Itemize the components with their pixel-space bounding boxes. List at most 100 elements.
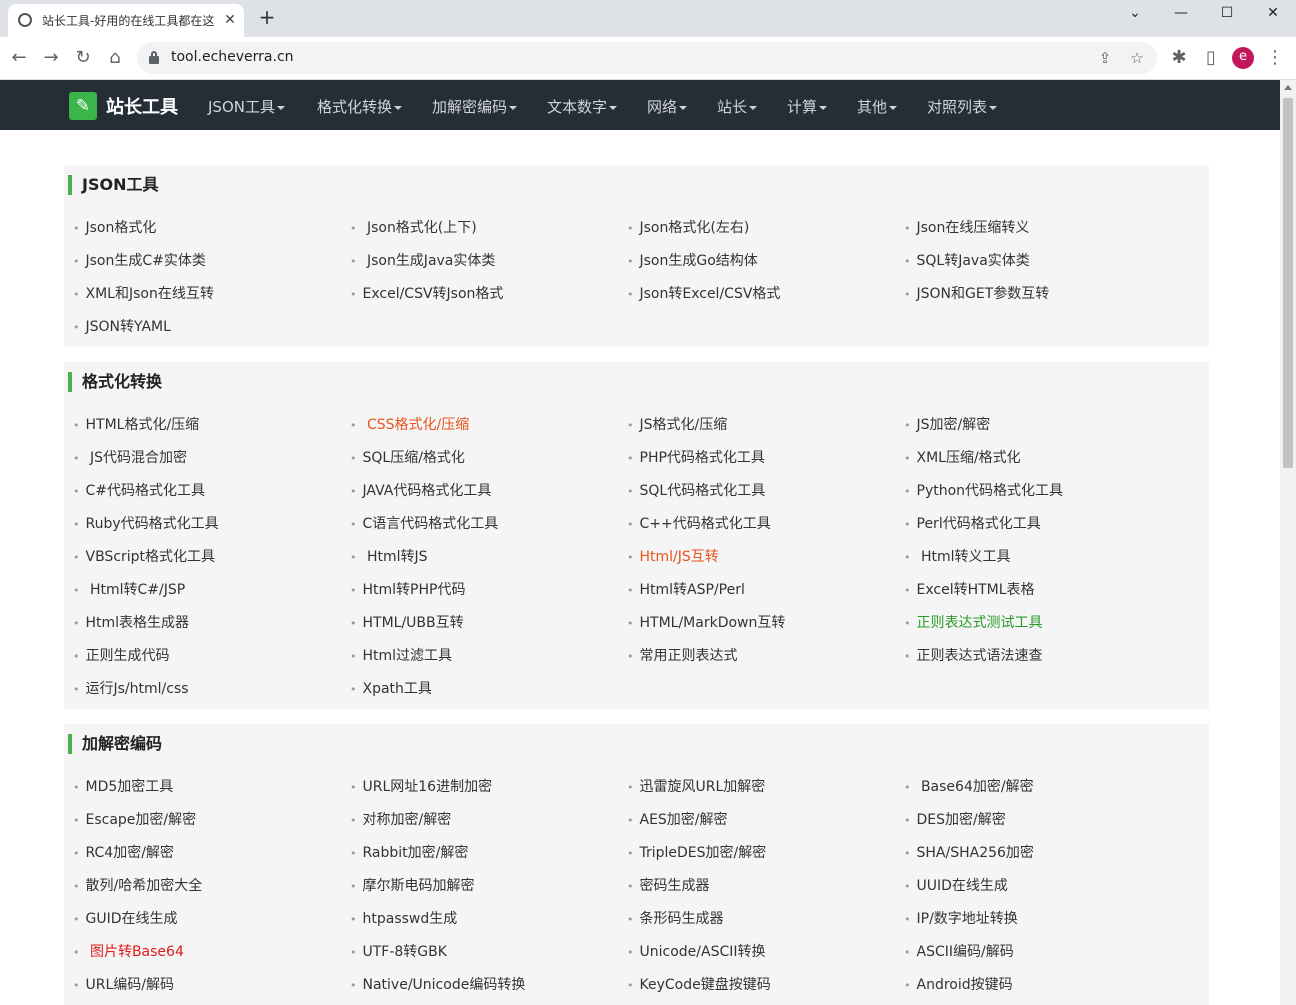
tool-link[interactable]: C++代码格式化工具 — [627, 514, 897, 535]
tool-link[interactable]: Excel/CSV转Json格式 — [350, 284, 620, 305]
nav-json-tools[interactable]: JSON工具 — [208, 96, 285, 117]
lock-icon[interactable] — [149, 51, 159, 64]
tool-link[interactable]: Html转JS — [350, 547, 620, 568]
tool-link[interactable]: 密码生成器 — [627, 876, 897, 897]
tool-link[interactable]: 迅雷旋风URL加解密 — [627, 777, 897, 798]
address-bar[interactable]: tool.echeverra.cn ⇪ ☆ — [137, 42, 1157, 74]
site-logo-text[interactable]: 站长工具 — [106, 93, 178, 119]
tool-link[interactable]: Unicode/ASCII转换 — [627, 942, 897, 963]
tool-link[interactable]: 条形码生成器 — [627, 909, 897, 930]
tool-link[interactable]: Json生成Go结构体 — [627, 251, 897, 272]
minimize-button[interactable]: — — [1158, 0, 1204, 30]
tool-link[interactable]: JS格式化/压缩 — [627, 415, 897, 436]
tool-link[interactable]: Json格式化(上下) — [350, 218, 620, 239]
tool-link[interactable]: 正则表达式语法速查 — [904, 646, 1174, 667]
tool-link[interactable]: Native/Unicode编码转换 — [350, 975, 620, 996]
tool-link[interactable]: Excel转HTML表格 — [904, 580, 1174, 601]
tool-link[interactable]: URL编码/解码 — [73, 975, 343, 996]
back-arrow-icon[interactable]: ← — [8, 47, 30, 69]
tool-link[interactable]: Json生成Java实体类 — [350, 251, 620, 272]
tool-link[interactable]: MD5加密工具 — [73, 777, 343, 798]
tool-link[interactable]: GUID在线生成 — [73, 909, 343, 930]
tool-link[interactable]: C#代码格式化工具 — [73, 481, 343, 502]
tool-link[interactable]: DES加密/解密 — [904, 810, 1174, 831]
tool-link[interactable]: Html转ASP/Perl — [627, 580, 897, 601]
tool-link[interactable]: HTML/MarkDown互转 — [627, 613, 897, 634]
tool-link[interactable]: 图片转Base64 — [73, 942, 343, 963]
nav-encrypt-encode[interactable]: 加解密编码 — [432, 96, 518, 117]
tool-link[interactable]: Json格式化 — [73, 218, 343, 239]
tool-link[interactable]: IP/数字地址转换 — [904, 909, 1174, 930]
tool-link[interactable]: Json转Excel/CSV格式 — [627, 284, 897, 305]
home-icon[interactable]: ⌂ — [104, 47, 126, 69]
tool-link[interactable]: Ruby代码格式化工具 — [73, 514, 343, 535]
nav-text-number[interactable]: 文本数字 — [547, 96, 618, 117]
tool-link[interactable]: Json生成C#实体类 — [73, 251, 343, 272]
tool-link[interactable]: 正则表达式测试工具 — [904, 613, 1174, 634]
bookmark-star-icon[interactable]: ☆ — [1127, 48, 1147, 68]
maximize-button[interactable]: ☐ — [1204, 0, 1250, 30]
tool-link[interactable]: 正则生成代码 — [73, 646, 343, 667]
tool-link[interactable]: HTML/UBB互转 — [350, 613, 620, 634]
tool-link[interactable]: Perl代码格式化工具 — [904, 514, 1174, 535]
tool-link[interactable]: 运行Js/html/css — [73, 679, 343, 700]
close-tab-icon[interactable]: ✕ — [220, 10, 240, 30]
tool-link[interactable]: SQL压缩/格式化 — [350, 448, 620, 469]
nav-webmaster[interactable]: 站长 — [717, 96, 758, 117]
tool-link[interactable]: KeyCode键盘按键码 — [627, 975, 897, 996]
tool-link[interactable]: C语言代码格式化工具 — [350, 514, 620, 535]
tool-link[interactable]: Escape加密/解密 — [73, 810, 343, 831]
tool-link[interactable]: JSON和GET参数互转 — [904, 284, 1174, 305]
tool-link[interactable]: 摩尔斯电码加解密 — [350, 876, 620, 897]
tool-link[interactable]: SQL转Java实体类 — [904, 251, 1174, 272]
tool-link[interactable]: TripleDES加密/解密 — [627, 843, 897, 864]
tool-link[interactable]: UTF-8转GBK — [350, 942, 620, 963]
tool-link[interactable]: Html表格生成器 — [73, 613, 343, 634]
tool-link[interactable]: Json格式化(左右) — [627, 218, 897, 239]
nav-format-convert[interactable]: 格式化转换 — [317, 96, 403, 117]
tool-link[interactable]: XML和Json在线互转 — [73, 284, 343, 305]
tool-link[interactable]: CSS格式化/压缩 — [350, 415, 620, 436]
nav-other[interactable]: 其他 — [857, 96, 898, 117]
page-scrollbar[interactable] — [1280, 80, 1296, 1005]
tool-link[interactable]: ASCII编码/解码 — [904, 942, 1174, 963]
tool-link[interactable]: Android按键码 — [904, 975, 1174, 996]
reload-icon[interactable]: ↻ — [72, 47, 94, 69]
tool-link[interactable]: AES加密/解密 — [627, 810, 897, 831]
extensions-icon[interactable]: ✱ — [1168, 47, 1190, 69]
tool-link[interactable]: 对称加密/解密 — [350, 810, 620, 831]
profile-avatar[interactable]: e — [1232, 47, 1254, 69]
tool-link[interactable]: RC4加密/解密 — [73, 843, 343, 864]
tool-link[interactable]: Html/JS互转 — [627, 547, 897, 568]
tool-link[interactable]: UUID在线生成 — [904, 876, 1174, 897]
new-tab-button[interactable]: + — [256, 6, 278, 28]
tool-link[interactable]: Json在线压缩转义 — [904, 218, 1174, 239]
share-icon[interactable]: ⇪ — [1095, 48, 1115, 68]
scrollbar-thumb[interactable] — [1283, 98, 1293, 468]
tool-link[interactable]: URL网址16进制加密 — [350, 777, 620, 798]
tool-link[interactable]: XML压缩/格式化 — [904, 448, 1174, 469]
tool-link[interactable]: Python代码格式化工具 — [904, 481, 1174, 502]
nav-network[interactable]: 网络 — [647, 96, 688, 117]
nav-reference-list[interactable]: 对照列表 — [927, 96, 998, 117]
tab-search-icon[interactable]: ⌄ — [1112, 0, 1158, 30]
tool-link[interactable]: JS代码混合加密 — [73, 448, 343, 469]
side-panel-icon[interactable]: ▯ — [1200, 47, 1222, 69]
tool-link[interactable]: Html转PHP代码 — [350, 580, 620, 601]
tool-link[interactable]: 散列/哈希加密大全 — [73, 876, 343, 897]
forward-arrow-icon[interactable]: → — [40, 47, 62, 69]
close-window-button[interactable]: ✕ — [1250, 0, 1296, 30]
tool-link[interactable]: JS加密/解密 — [904, 415, 1174, 436]
tool-link[interactable]: JSON转YAML — [73, 317, 343, 338]
scroll-up-arrow-icon[interactable] — [1284, 85, 1292, 90]
tool-link[interactable]: Html过滤工具 — [350, 646, 620, 667]
wrench-icon[interactable]: ✎ — [69, 92, 97, 120]
tool-link[interactable]: Html转C#/JSP — [73, 580, 343, 601]
tool-link[interactable]: 常用正则表达式 — [627, 646, 897, 667]
tool-link[interactable]: htpasswd生成 — [350, 909, 620, 930]
tool-link[interactable]: Xpath工具 — [350, 679, 620, 700]
tool-link[interactable]: VBScript格式化工具 — [73, 547, 343, 568]
tool-link[interactable]: Base64加密/解密 — [904, 777, 1174, 798]
url-text[interactable]: tool.echeverra.cn — [171, 49, 294, 65]
nav-calculate[interactable]: 计算 — [787, 96, 828, 117]
